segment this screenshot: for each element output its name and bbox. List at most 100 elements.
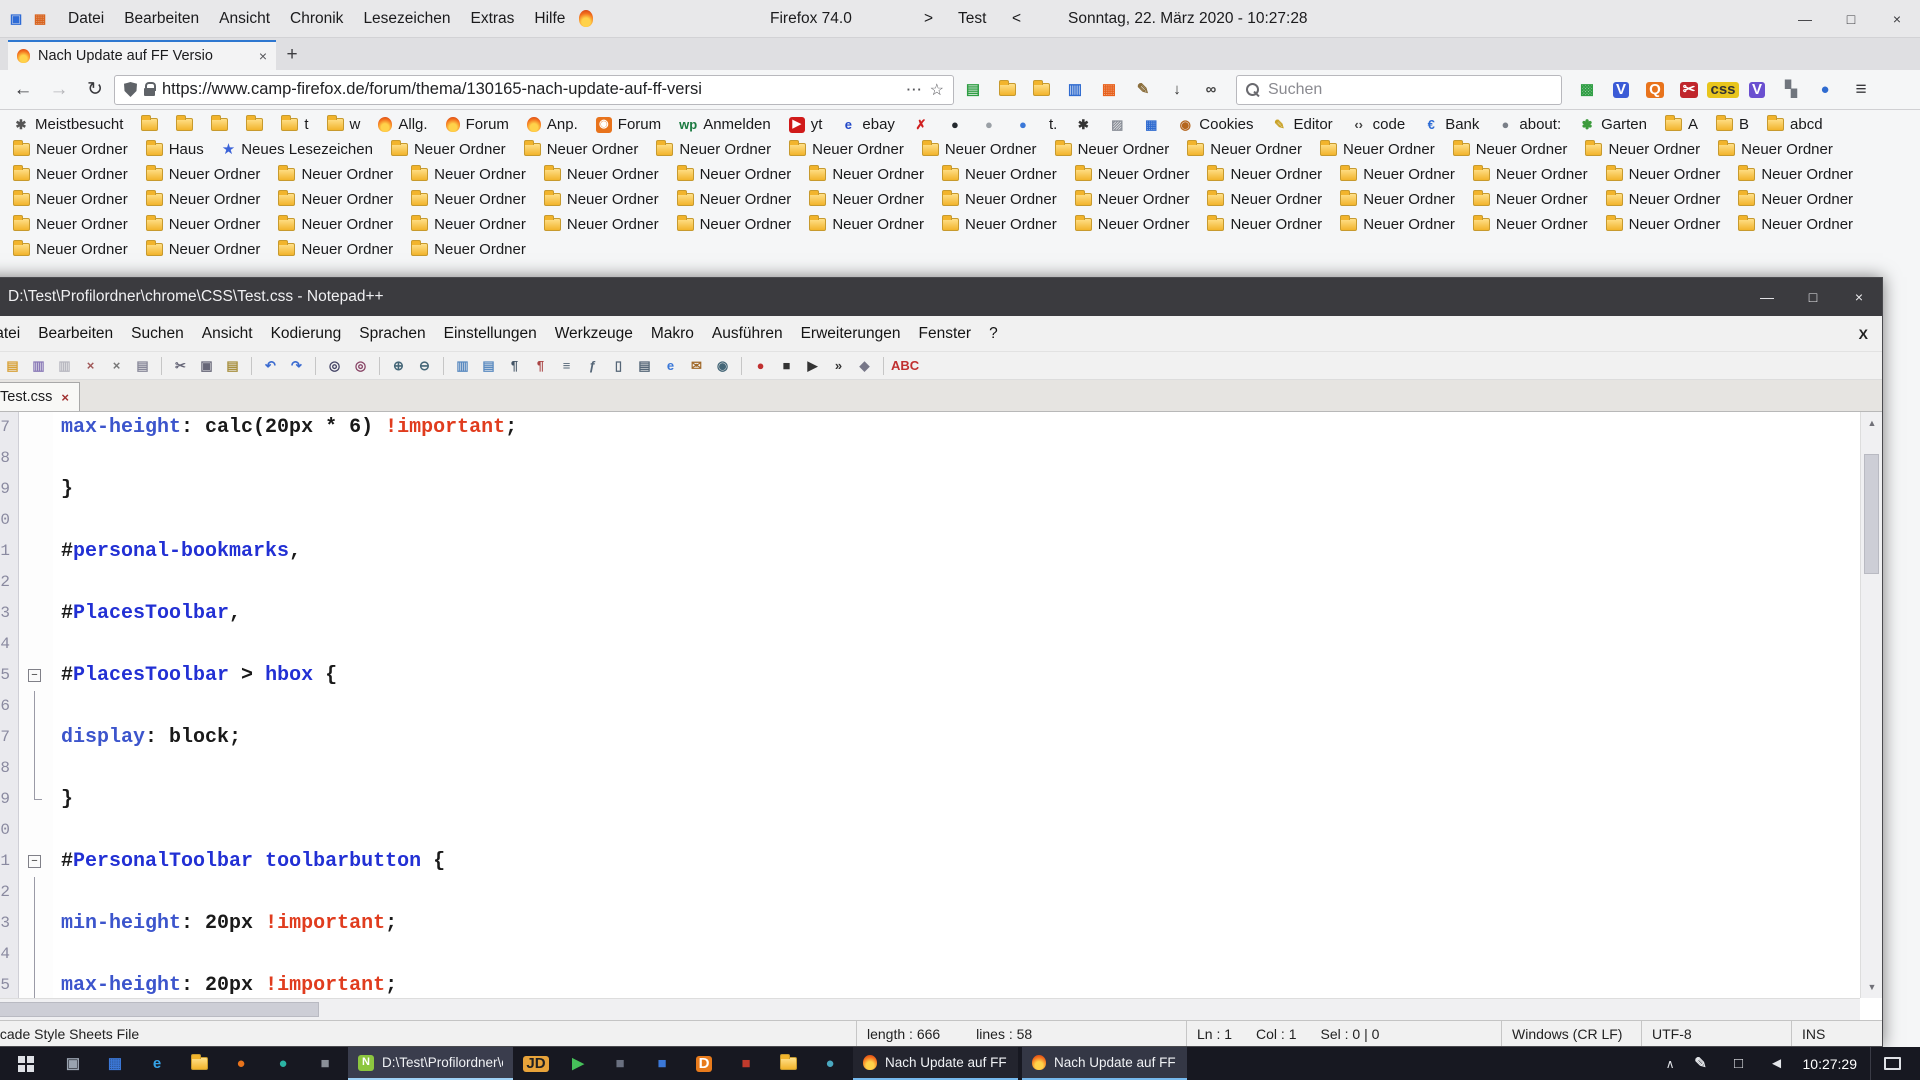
scroll-up-button[interactable]: ▲	[1861, 412, 1882, 434]
bookmark-item[interactable]: Neuer Ordner	[404, 214, 533, 235]
bookmark-item[interactable]: ▶yt	[782, 114, 830, 135]
vertical-scroll-thumb[interactable]	[1864, 454, 1879, 574]
bookmark-item[interactable]: Haus	[139, 139, 211, 160]
npp-menu-fenster[interactable]: Fenster	[910, 325, 981, 343]
bookmark-item[interactable]: Neuer Ordner	[517, 139, 646, 160]
bookmark-item[interactable]: Neuer Ordner	[1333, 164, 1462, 185]
close-button[interactable]: ×	[1874, 0, 1920, 37]
app-dark-icon-button[interactable]: ■	[599, 1047, 641, 1080]
restore-button[interactable]: □	[1828, 0, 1874, 37]
app-orange-icon-button[interactable]: ●	[220, 1047, 262, 1080]
menu-bearbeiten[interactable]: Bearbeiten	[114, 10, 209, 28]
npp-menu-ausfhren[interactable]: Ausführen	[703, 325, 792, 343]
npp-menu-sprachen[interactable]: Sprachen	[350, 325, 434, 343]
paste-icon[interactable]: ▤	[221, 355, 244, 377]
bookmark-item[interactable]: Neuer Ordner	[271, 164, 400, 185]
bookmark-item[interactable]: t.	[1042, 114, 1064, 135]
ext-blue-icon-button[interactable]: ●	[1808, 74, 1842, 106]
bookmark-item[interactable]	[204, 116, 235, 133]
d-orange-icon-button[interactable]: D	[683, 1047, 725, 1080]
app-cyan-icon-button[interactable]: ●	[809, 1047, 851, 1080]
app-teal-icon-button[interactable]: ●	[262, 1047, 304, 1080]
action-center-button[interactable]	[1870, 1047, 1914, 1080]
url-input[interactable]	[162, 80, 900, 99]
app-blue2-icon-button[interactable]: ■	[641, 1047, 683, 1080]
menu-chronik[interactable]: Chronik	[280, 10, 353, 28]
task-firefox-2[interactable]: Nach Update auf FF V...	[1022, 1047, 1187, 1080]
ext-css-icon-button[interactable]: css	[1706, 74, 1740, 106]
search-input[interactable]	[1268, 81, 1552, 99]
undo-icon[interactable]: ↶	[259, 355, 282, 377]
bookmark-item[interactable]: Neuer Ordner	[404, 239, 533, 260]
bookmark-item[interactable]: A	[1658, 114, 1705, 135]
function-list-icon[interactable]: ƒ	[581, 355, 604, 377]
bookmark-item[interactable]: Neuer Ordner	[1731, 164, 1860, 185]
bookmark-item[interactable]: ●	[940, 115, 970, 135]
npp-tab-close-icon[interactable]: ×	[61, 390, 69, 405]
hamburger-menu-button[interactable]: ≡	[1844, 74, 1878, 106]
spellcheck-icon[interactable]: ABC	[891, 355, 919, 377]
bookmark-item[interactable]: Neuer Ordner	[1731, 189, 1860, 210]
bookmark-item[interactable]: Neuer Ordner	[1711, 139, 1840, 160]
browser-icon[interactable]: e	[659, 355, 682, 377]
bookmark-item[interactable]: ✗	[906, 115, 936, 135]
bookmark-item[interactable]: Neuer Ordner	[915, 139, 1044, 160]
close-doc-icon[interactable]: ×	[79, 355, 102, 377]
save-icon[interactable]: ▥	[27, 355, 50, 377]
bookmark-item[interactable]: Neuer Ordner	[537, 164, 666, 185]
npp-menu-suchen[interactable]: Suchen	[122, 325, 193, 343]
fold-collapse-button[interactable]: −	[28, 669, 41, 682]
play-green-icon-button[interactable]: ▶	[557, 1047, 599, 1080]
bookmark-item[interactable]: Neuer Ordner	[1599, 189, 1728, 210]
status-insert-mode[interactable]: INS	[1792, 1021, 1882, 1046]
bookmark-item[interactable]: Neuer Ordner	[271, 214, 400, 235]
bookmark-item[interactable]: Neuer Ordner	[802, 214, 931, 235]
app-gray-icon-button[interactable]: ■	[304, 1047, 346, 1080]
start-button[interactable]	[0, 1047, 52, 1080]
bookmark-item[interactable]: Anp.	[520, 114, 585, 135]
bookmark-item[interactable]	[169, 116, 200, 133]
npp-editor[interactable]: 78910111213141516171819202122232425 −− m…	[0, 412, 1882, 1020]
bookmark-item[interactable]: Neuer Ordner	[404, 164, 533, 185]
npp-menu-kodierung[interactable]: Kodierung	[262, 325, 351, 343]
find-icon[interactable]: ◎	[323, 355, 346, 377]
npp-menu-bearbeiten[interactable]: Bearbeiten	[29, 325, 122, 343]
bookmark-item[interactable]: Neuer Ordner	[670, 214, 799, 235]
bookmark-item[interactable]: abcd	[1760, 114, 1830, 135]
edge-icon-button[interactable]: e	[136, 1047, 178, 1080]
npp-titlebar[interactable]: N D:\Test\Profilordner\chrome\CSS\Test.c…	[0, 278, 1882, 316]
bookmark-item[interactable]: Neuer Ordner	[782, 139, 911, 160]
bookmark-item[interactable]: ▦	[1136, 115, 1166, 135]
bookmark-item[interactable]: Neuer Ordner	[935, 189, 1064, 210]
app-red-icon-button[interactable]: ■	[725, 1047, 767, 1080]
bookmark-item[interactable]: Neuer Ordner	[1333, 189, 1462, 210]
bookmark-item[interactable]: Neuer Ordner	[537, 214, 666, 235]
fold-collapse-button[interactable]: −	[28, 855, 41, 868]
bookmark-item[interactable]: ★Neues Lesezeichen	[215, 139, 380, 160]
npp-minimize-button[interactable]: —	[1744, 278, 1790, 316]
ext-q-orange-icon-button[interactable]: Q	[1638, 74, 1672, 106]
basket-icon-button[interactable]: ▦	[1092, 74, 1126, 106]
new-tab-button[interactable]: +	[276, 40, 308, 70]
copy-icon[interactable]: ▣	[195, 355, 218, 377]
npp-close-button[interactable]: ×	[1836, 278, 1882, 316]
bookmark-item[interactable]: t	[274, 114, 315, 135]
bookmark-item[interactable]: Neuer Ordner	[6, 139, 135, 160]
bookmark-item[interactable]: Allg.	[371, 114, 434, 135]
bookmark-item[interactable]: Neuer Ordner	[670, 189, 799, 210]
monitor-icon-button[interactable]: □	[1726, 1056, 1752, 1072]
bookmark-item[interactable]: Neuer Ordner	[1180, 139, 1309, 160]
table-plus-icon-button[interactable]: ▩	[1570, 74, 1604, 106]
tab-close-icon[interactable]: ×	[259, 48, 267, 64]
bookmark-item[interactable]: Neuer Ordner	[1068, 189, 1197, 210]
ext-red-icon-button[interactable]: ✂	[1672, 74, 1706, 106]
jdownloader-icon-button[interactable]: JD	[515, 1047, 557, 1080]
horizontal-scroll-thumb[interactable]	[0, 1002, 319, 1017]
npp-menu-ansicht[interactable]: Ansicht	[193, 325, 262, 343]
folder2-icon-button[interactable]	[767, 1047, 809, 1080]
bookmark-item[interactable]: ✱Meistbesucht	[6, 114, 130, 135]
save-macro-icon[interactable]: ◆	[853, 355, 876, 377]
bookmark-item[interactable]: Neuer Ordner	[1599, 164, 1728, 185]
zoom-out-icon[interactable]: ⊖	[413, 355, 436, 377]
doc-map-icon[interactable]: ▯	[607, 355, 630, 377]
